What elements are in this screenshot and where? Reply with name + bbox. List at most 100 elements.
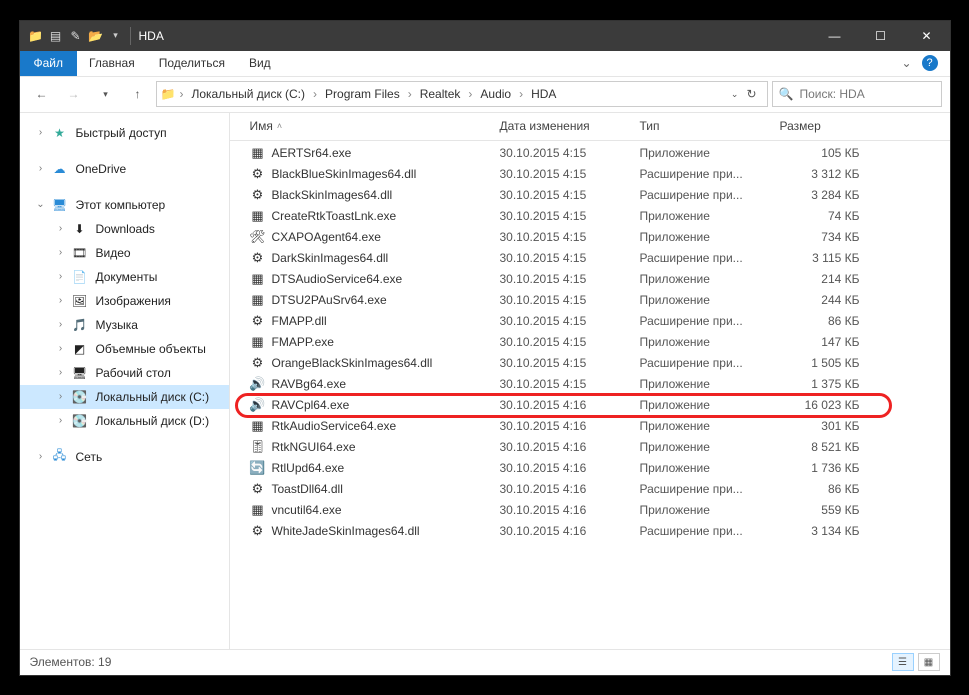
file-name: FMAPP.exe <box>272 335 334 349</box>
file-row[interactable]: ▦FMAPP.exe30.10.2015 4:15Приложение147 К… <box>230 332 950 353</box>
file-row[interactable]: ▦RtkAudioService64.exe30.10.2015 4:16При… <box>230 416 950 437</box>
window-title: HDA <box>137 29 164 43</box>
nav-pc-item[interactable]: ›📄Документы <box>20 265 229 289</box>
nav-pc-item[interactable]: ›🖥Рабочий стол <box>20 361 229 385</box>
crumb-2[interactable]: Realtek <box>416 85 465 103</box>
nav-this-pc[interactable]: ⌄🖥Этот компьютер <box>20 193 229 217</box>
tab-share[interactable]: Поделиться <box>147 51 237 76</box>
up-button[interactable]: ↑ <box>124 80 152 108</box>
chevron-right-icon[interactable]: › <box>517 87 525 101</box>
drive-icon: 🖥 <box>72 365 88 381</box>
tab-home[interactable]: Главная <box>77 51 147 76</box>
file-icon: ⚙ <box>250 187 266 203</box>
file-icon: 🔊 <box>250 376 266 392</box>
file-type: Расширение при... <box>640 356 780 370</box>
file-date: 30.10.2015 4:15 <box>500 230 640 244</box>
file-icon: ▦ <box>250 502 266 518</box>
drive-icon: 🎞 <box>72 245 88 261</box>
minimize-button[interactable]: ― <box>812 21 858 51</box>
file-row[interactable]: ⚙BlackBlueSkinImages64.dll30.10.2015 4:1… <box>230 164 950 185</box>
search-box[interactable]: 🔍 Поиск: HDA <box>772 81 942 107</box>
navigation-row: ← → ▾ ↑ 📁 › Локальный диск (C:) › Progra… <box>20 77 950 113</box>
col-type[interactable]: Тип <box>640 119 780 133</box>
nav-pc-item[interactable]: ›◩Объемные объекты <box>20 337 229 361</box>
file-size: 105 КБ <box>780 146 880 160</box>
tab-view[interactable]: Вид <box>237 51 283 76</box>
file-row[interactable]: ⚙FMAPP.dll30.10.2015 4:15Расширение при.… <box>230 311 950 332</box>
nav-pc-item[interactable]: ›🎞Видео <box>20 241 229 265</box>
crumb-1[interactable]: Program Files <box>321 85 404 103</box>
file-date: 30.10.2015 4:15 <box>500 335 640 349</box>
file-icon: ⚙ <box>250 523 266 539</box>
chevron-right-icon[interactable]: › <box>177 87 185 101</box>
crumb-0[interactable]: Локальный диск (C:) <box>187 85 309 103</box>
file-date: 30.10.2015 4:16 <box>500 503 640 517</box>
file-icon: ▦ <box>250 334 266 350</box>
file-row[interactable]: ▦vncutil64.exe30.10.2015 4:16Приложение5… <box>230 500 950 521</box>
file-row[interactable]: ▦DTSU2PAuSrv64.exe30.10.2015 4:15Приложе… <box>230 290 950 311</box>
nav-quick-access[interactable]: ›★Быстрый доступ <box>20 121 229 145</box>
qat-new-icon[interactable]: ✎ <box>68 28 84 44</box>
maximize-button[interactable]: ☐ <box>858 21 904 51</box>
address-dropdown-icon[interactable]: ⌄ <box>731 89 739 100</box>
view-icons-button[interactable]: ▦ <box>918 653 940 671</box>
file-type: Приложение <box>640 398 780 412</box>
forward-button[interactable]: → <box>60 80 88 108</box>
file-size: 3 134 КБ <box>780 524 880 538</box>
nav-pane: ›★Быстрый доступ ›☁OneDrive ⌄🖥Этот компь… <box>20 113 230 649</box>
back-button[interactable]: ← <box>28 80 56 108</box>
recent-dropdown[interactable]: ▾ <box>92 80 120 108</box>
file-tab[interactable]: Файл <box>20 51 78 76</box>
nav-pc-item[interactable]: ›💽Локальный диск (D:) <box>20 409 229 433</box>
titlebar[interactable]: 📁 ▤ ✎ 📂 ▾ HDA ― ☐ ✕ <box>20 21 950 51</box>
crumb-3[interactable]: Audio <box>476 85 515 103</box>
drive-icon: 📄 <box>72 269 88 285</box>
file-name: RAVBg64.exe <box>272 377 347 391</box>
file-type: Приложение <box>640 377 780 391</box>
file-row[interactable]: 🔊RAVBg64.exe30.10.2015 4:15Приложение1 3… <box>230 374 950 395</box>
refresh-icon[interactable]: ↻ <box>746 87 756 101</box>
nav-network[interactable]: ›🖧Сеть <box>20 445 229 469</box>
help-icon[interactable]: ? <box>922 55 938 71</box>
qat-dropdown-icon[interactable]: ▾ <box>108 28 124 44</box>
file-row[interactable]: 🔊RAVCpl64.exe30.10.2015 4:16Приложение16… <box>230 395 950 416</box>
close-button[interactable]: ✕ <box>904 21 950 51</box>
file-row[interactable]: ▦DTSAudioService64.exe30.10.2015 4:15При… <box>230 269 950 290</box>
nav-pc-item[interactable]: ›🎵Музыка <box>20 313 229 337</box>
file-row[interactable]: ⚙ToastDll64.dll30.10.2015 4:16Расширение… <box>230 479 950 500</box>
drive-icon: 💽 <box>72 413 88 429</box>
file-row[interactable]: 🛠CXAPOAgent64.exe30.10.2015 4:15Приложен… <box>230 227 950 248</box>
col-date[interactable]: Дата изменения <box>500 119 640 133</box>
ribbon-collapse-icon[interactable]: ⌄ <box>901 56 911 70</box>
file-row[interactable]: ▦CreateRtkToastLnk.exe30.10.2015 4:15При… <box>230 206 950 227</box>
address-bar[interactable]: 📁 › Локальный диск (C:) › Program Files … <box>156 81 768 107</box>
drive-icon: ⬇ <box>72 221 88 237</box>
chevron-right-icon[interactable]: › <box>311 87 319 101</box>
file-row[interactable]: ⚙BlackSkinImages64.dll30.10.2015 4:15Рас… <box>230 185 950 206</box>
col-size[interactable]: Размер <box>780 119 880 133</box>
chevron-right-icon[interactable]: › <box>466 87 474 101</box>
file-row[interactable]: ⚙OrangeBlackSkinImages64.dll30.10.2015 4… <box>230 353 950 374</box>
col-name[interactable]: Имя˄ <box>250 119 500 133</box>
nav-onedrive[interactable]: ›☁OneDrive <box>20 157 229 181</box>
file-size: 8 521 КБ <box>780 440 880 454</box>
file-name: OrangeBlackSkinImages64.dll <box>272 356 433 370</box>
nav-pc-item[interactable]: ›🖼Изображения <box>20 289 229 313</box>
file-row[interactable]: ⚙WhiteJadeSkinImages64.dll30.10.2015 4:1… <box>230 521 950 542</box>
nav-pc-item[interactable]: ›💽Локальный диск (C:) <box>20 385 229 409</box>
file-row[interactable]: 🎚RtkNGUI64.exe30.10.2015 4:16Приложение8… <box>230 437 950 458</box>
file-size: 86 КБ <box>780 314 880 328</box>
nav-pc-item[interactable]: ›⬇Downloads <box>20 217 229 241</box>
file-row[interactable]: 🔄RtlUpd64.exe30.10.2015 4:16Приложение1 … <box>230 458 950 479</box>
crumb-4[interactable]: HDA <box>527 85 560 103</box>
chevron-right-icon[interactable]: › <box>406 87 414 101</box>
qat-properties-icon[interactable]: ▤ <box>48 28 64 44</box>
file-size: 559 КБ <box>780 503 880 517</box>
file-date: 30.10.2015 4:15 <box>500 146 640 160</box>
file-icon: ▦ <box>250 271 266 287</box>
file-row[interactable]: ⚙DarkSkinImages64.dll30.10.2015 4:15Расш… <box>230 248 950 269</box>
file-row[interactable]: ▦AERTSr64.exe30.10.2015 4:15Приложение10… <box>230 143 950 164</box>
item-count: Элементов: 19 <box>30 655 112 669</box>
view-details-button[interactable]: ☰ <box>892 653 914 671</box>
qat-open-icon[interactable]: 📂 <box>88 28 104 44</box>
